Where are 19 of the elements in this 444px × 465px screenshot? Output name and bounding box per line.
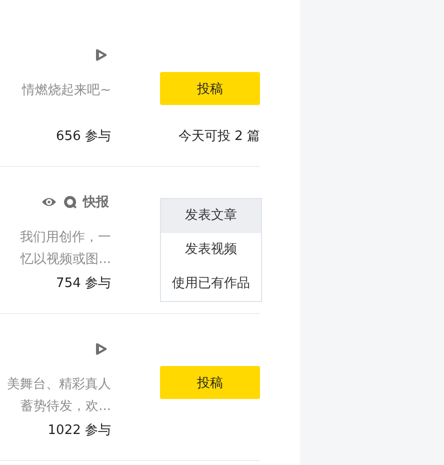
- play-icon: [93, 47, 109, 63]
- submit-button[interactable]: 投稿: [160, 72, 260, 105]
- q-icon: [63, 195, 77, 209]
- menu-item[interactable]: 使用已有作品: [161, 267, 261, 301]
- play-icon: [93, 341, 109, 357]
- description-text: 忆以视频或图...: [20, 251, 111, 269]
- description-text: 情燃烧起来吧~: [22, 82, 111, 100]
- menu-item[interactable]: 发表视频: [161, 233, 261, 267]
- quota-text: 今天可投 2 篇: [178, 128, 260, 146]
- participant-count: 656 参与: [56, 128, 111, 146]
- news-label: 快报: [83, 194, 109, 211]
- menu-item[interactable]: 发表文章: [161, 199, 261, 233]
- description-text: 蓄势待发，欢...: [20, 398, 111, 416]
- participant-count: 1022 参与: [48, 422, 111, 440]
- eye-icon: [41, 195, 57, 209]
- participant-count: 754 参与: [56, 275, 111, 293]
- description-text: 我们用创作，一: [20, 229, 111, 247]
- submit-button[interactable]: 投稿: [160, 366, 260, 399]
- description-text: 美舞台、精彩真人: [7, 376, 111, 394]
